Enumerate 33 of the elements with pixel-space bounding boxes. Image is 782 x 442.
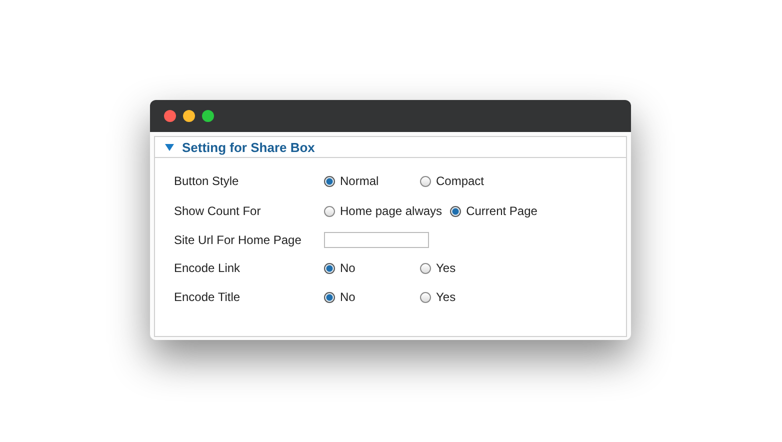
field-label: Button Style	[174, 174, 240, 188]
field-label: Show Count For	[174, 204, 262, 218]
option-label: Current Page	[466, 204, 538, 218]
radio-option[interactable]: No	[324, 261, 412, 275]
option-label: No	[340, 290, 356, 304]
field-label: Site Url For Home Page	[174, 233, 302, 247]
panel-title: Setting for Share Box	[182, 140, 315, 154]
option-label: Compact	[436, 174, 484, 188]
close-button[interactable]	[164, 110, 176, 122]
radio-icon[interactable]	[420, 262, 431, 274]
triangle-icon[interactable]	[165, 144, 174, 150]
option-label: Yes	[436, 261, 456, 275]
radio-icon[interactable]	[420, 292, 431, 302]
zoom-button[interactable]	[202, 110, 214, 122]
radio-option[interactable]: No	[324, 290, 412, 304]
radio-icon[interactable]	[324, 262, 335, 274]
radio-option[interactable]: Normal	[324, 174, 412, 188]
option-label: No	[340, 261, 356, 275]
radio-icon[interactable]	[420, 176, 431, 186]
radio-icon[interactable]	[450, 206, 462, 216]
minimize-button[interactable]	[183, 110, 195, 122]
radio-option[interactable]: Current Page	[450, 204, 538, 218]
radio-option[interactable]: Yes	[420, 261, 508, 275]
option-label: Normal	[340, 174, 379, 188]
option-label: Yes	[436, 290, 456, 304]
field-label: Encode Title	[174, 290, 242, 304]
radio-option[interactable]: Compact	[420, 174, 508, 188]
radio-option[interactable]: Yes	[420, 290, 508, 304]
radio-icon[interactable]	[324, 292, 335, 302]
radio-icon[interactable]	[324, 206, 335, 216]
field-label: Encode Link	[174, 261, 242, 275]
url-input-field[interactable]	[324, 232, 429, 248]
radio-icon[interactable]	[324, 176, 335, 186]
